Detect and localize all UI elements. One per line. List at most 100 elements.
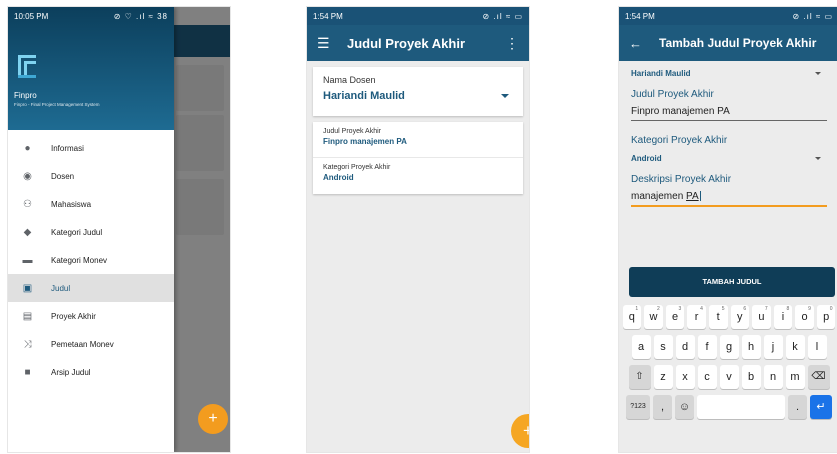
back-arrow-icon[interactable]: ← <box>629 36 659 51</box>
dropdown-arrow-icon <box>501 94 509 98</box>
more-options-icon[interactable]: ⋮ <box>505 35 519 52</box>
backspace-key-icon[interactable]: ⌫ <box>807 365 830 389</box>
key-y[interactable]: y6 <box>730 305 750 329</box>
phone-screen-form: 1:54 PM ⊘ .ıl ≈ ▭ ← Tambah Judul Proyek … <box>618 6 837 453</box>
dosen-value: Hariandi Maulid <box>323 90 405 102</box>
drawer-item-arsip-judul[interactable]: ■ Arsip Judul <box>8 358 174 386</box>
add-fab[interactable]: + <box>511 414 529 448</box>
status-time: 1:54 PM <box>625 11 655 21</box>
drawer-header: 10:05 PM ⊘ ♡ .ıl ≈ 38 Finpro Finpro - Fi… <box>8 7 174 130</box>
judul-label: Judul Proyek Akhir <box>631 89 714 100</box>
drawer-item-kategori-monev[interactable]: ▬ Kategori Monev <box>8 246 174 274</box>
drawer-item-label: Proyek Akhir <box>51 311 96 321</box>
label-icon: ▬ <box>22 254 33 266</box>
list-item: Kategori Proyek Akhir Android <box>313 158 523 194</box>
judul-value: Finpro manajemen PA <box>323 137 407 146</box>
key-e[interactable]: e3 <box>665 305 685 329</box>
kategori-label: Kategori Proyek Akhir <box>631 135 728 146</box>
drawer-item-label: Mahasiswa <box>51 199 92 209</box>
keyboard-row: ⇧ z x c v b n m ⌫ <box>621 365 837 389</box>
dosen-dropdown[interactable]: Hariandi Maulid <box>631 65 827 83</box>
drawer-menu: ● Informasi ◉ Dosen ⚇ Mahasiswa ◆ Katego… <box>8 134 174 386</box>
tag-icon: ◆ <box>23 226 32 238</box>
drawer-item-informasi[interactable]: ● Informasi <box>8 134 174 162</box>
status-icons: ⊘ .ıl ≈ ▭ <box>792 11 833 21</box>
drawer-item-dosen[interactable]: ◉ Dosen <box>8 162 174 190</box>
key-f[interactable]: f <box>697 335 717 359</box>
judul-input[interactable]: Finpro manajemen PA <box>631 100 827 121</box>
dosen-dropdown-value: Hariandi Maulid <box>631 69 691 78</box>
key-n[interactable]: n <box>763 365 783 389</box>
kategori-dropdown[interactable]: Android <box>631 150 827 168</box>
keyboard-row: asdfghjkl <box>621 335 837 359</box>
key-t[interactable]: t5 <box>708 305 728 329</box>
key-number-hint: 3 <box>678 306 682 312</box>
key-s[interactable]: s <box>653 335 673 359</box>
key-v[interactable]: v <box>719 365 739 389</box>
dropdown-arrow-icon <box>815 72 821 75</box>
deskripsi-input-value-b: PA <box>686 191 699 202</box>
key-a[interactable]: a <box>631 335 651 359</box>
key-letter: p <box>823 311 830 323</box>
key-g[interactable]: g <box>719 335 739 359</box>
key-number-hint: 2 <box>656 306 660 312</box>
key-w[interactable]: w2 <box>644 305 663 329</box>
key-m[interactable]: m <box>785 365 805 389</box>
key-letter: o <box>801 311 808 323</box>
drawer-item-pemetaan-monev[interactable]: ⤨ Pemetaan Monev <box>8 330 174 358</box>
space-key[interactable] <box>697 395 785 419</box>
account-icon: ◉ <box>23 170 32 182</box>
key-letter: u <box>758 311 765 323</box>
assignment-icon: ▣ <box>22 282 33 294</box>
key-u[interactable]: u7 <box>752 305 771 329</box>
page-title: Judul Proyek Akhir <box>347 35 465 51</box>
proyek-card[interactable]: Judul Proyek Akhir Finpro manajemen PA K… <box>313 122 523 194</box>
finpro-logo-icon <box>18 55 36 78</box>
drawer-item-kategori-judul[interactable]: ◆ Kategori Judul <box>8 218 174 246</box>
tambah-judul-button[interactable]: TAMBAH JUDUL <box>629 267 835 297</box>
drawer-item-proyek-akhir[interactable]: ▤ Proyek Akhir <box>8 302 174 330</box>
key-d[interactable]: d <box>675 335 695 359</box>
key-b[interactable]: b <box>741 365 761 389</box>
key-h[interactable]: h <box>741 335 761 359</box>
key-number-hint: 9 <box>808 306 811 312</box>
emoji-key-icon[interactable]: ☺ <box>675 395 694 419</box>
add-fab[interactable]: + <box>198 404 228 434</box>
status-bar: 10:05 PM ⊘ ♡ .ıl ≈ 38 <box>8 7 174 25</box>
deskripsi-label: Deskripsi Proyek Akhir <box>631 174 732 185</box>
list-item: Judul Proyek Akhir Finpro manajemen PA <box>313 122 523 158</box>
key-letter: e <box>671 311 679 323</box>
status-icons: ⊘ ♡ .ıl ≈ 38 <box>113 11 168 21</box>
key-k[interactable]: k <box>785 335 805 359</box>
drawer-item-label: Kategori Judul <box>51 227 103 237</box>
key-z[interactable]: z <box>653 365 673 389</box>
enter-key-icon[interactable]: ↵ <box>810 395 832 419</box>
comma-key[interactable]: , <box>653 395 672 419</box>
shift-key-icon[interactable]: ⇧ <box>628 365 651 389</box>
drawer-app-name: Finpro <box>14 91 37 100</box>
key-r[interactable]: r4 <box>687 305 706 329</box>
key-l[interactable]: l <box>807 335 827 359</box>
key-o[interactable]: o9 <box>795 305 814 329</box>
key-p[interactable]: p0 <box>816 305 836 329</box>
dosen-label: Nama Dosen <box>323 75 376 85</box>
key-i[interactable]: i8 <box>773 305 793 329</box>
judul-label: Judul Proyek Akhir <box>323 128 381 135</box>
period-key[interactable]: . <box>788 395 807 419</box>
drawer-item-label: Dosen <box>51 171 75 181</box>
drawer-item-label: Kategori Monev <box>51 255 108 265</box>
symbols-key[interactable]: ?123 <box>626 395 650 419</box>
key-c[interactable]: c <box>697 365 717 389</box>
deskripsi-input-value-a: manajemen <box>631 191 684 202</box>
key-q[interactable]: q1 <box>622 305 642 329</box>
key-x[interactable]: x <box>675 365 695 389</box>
dosen-selector[interactable]: Nama Dosen Hariandi Maulid <box>313 67 523 116</box>
deskripsi-input[interactable]: manajemen PA <box>631 185 827 207</box>
key-j[interactable]: j <box>763 335 783 359</box>
menu-icon[interactable]: ☰ <box>317 35 347 52</box>
soft-keyboard: q1w2e3r4t5y6u7i8o9p0 asdfghjkl ⇧ zxcvbnm… <box>619 301 837 452</box>
drawer-item-judul[interactable]: ▣ Judul <box>8 274 174 302</box>
phone-screen-list: 1:54 PM ⊘ .ıl ≈ ▭ ☰ Judul Proyek Akhir ⋮… <box>306 6 530 453</box>
shuffle-icon: ⤨ <box>23 338 32 350</box>
drawer-item-mahasiswa[interactable]: ⚇ Mahasiswa <box>8 190 174 218</box>
